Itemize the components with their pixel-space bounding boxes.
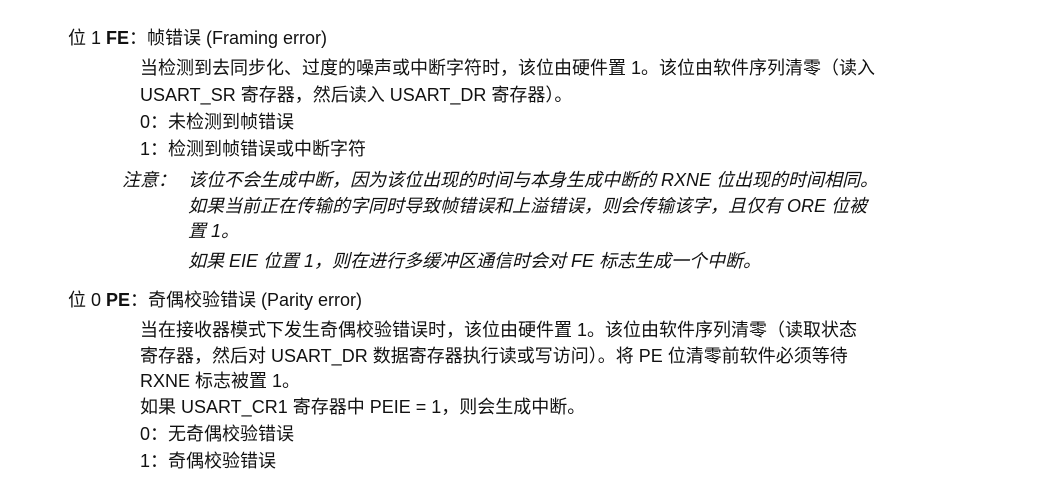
note-line: 该位不会生成中断，因为该位出现的时间与本身生成中断的 RXNE 位出现的时间相同… — [188, 170, 879, 190]
description-line: 当检测到去同步化、过度的噪声或中断字符时，该位由硬件置 1。该位由软件序列清零（… — [140, 58, 876, 78]
bit-title: ：帧错误 (Framing error) — [129, 28, 328, 48]
bit-number: 位 0 — [68, 290, 107, 310]
value-line: 0：无奇偶校验错误 — [140, 424, 295, 444]
value-line: 1：奇偶校验错误 — [140, 451, 277, 471]
bit-number: 位 1 — [68, 28, 107, 48]
note-line: 如果 EIE 位置 1，则在进行多缓冲区通信时会对 FE 标志生成一个中断。 — [188, 251, 762, 271]
bit0-heading: 位 0 PE：奇偶校验错误 (Parity error) — [68, 289, 362, 311]
description-line: 当在接收器模式下发生奇偶校验错误时，该位由硬件置 1。该位由软件序列清零（读取状… — [140, 320, 858, 340]
note-label: 注意： — [122, 170, 176, 190]
description-line: USART_SR 寄存器，然后读入 USART_DR 寄存器）。 — [140, 85, 573, 105]
description-line: 寄存器，然后对 USART_DR 数据寄存器执行读或写访问）。将 PE 位清零前… — [140, 346, 848, 366]
note-line: 如果当前正在传输的字同时导致帧错误和上溢错误，则会传输该字，且仅有 ORE 位被 — [188, 196, 868, 216]
bit-title: ：奇偶校验错误 (Parity error) — [130, 290, 363, 310]
description-line: RXNE 标志被置 1。 — [140, 371, 301, 391]
note-line: 置 1。 — [188, 221, 240, 241]
bit1-heading: 位 1 FE：帧错误 (Framing error) — [68, 27, 327, 49]
bit-name: FE — [106, 28, 130, 48]
bit-name: PE — [106, 290, 131, 310]
value-line: 0：未检测到帧错误 — [140, 112, 295, 132]
value-line: 1：检测到帧错误或中断字符 — [140, 139, 367, 159]
description-line: 如果 USART_CR1 寄存器中 PEIE = 1，则会生成中断。 — [140, 397, 586, 417]
